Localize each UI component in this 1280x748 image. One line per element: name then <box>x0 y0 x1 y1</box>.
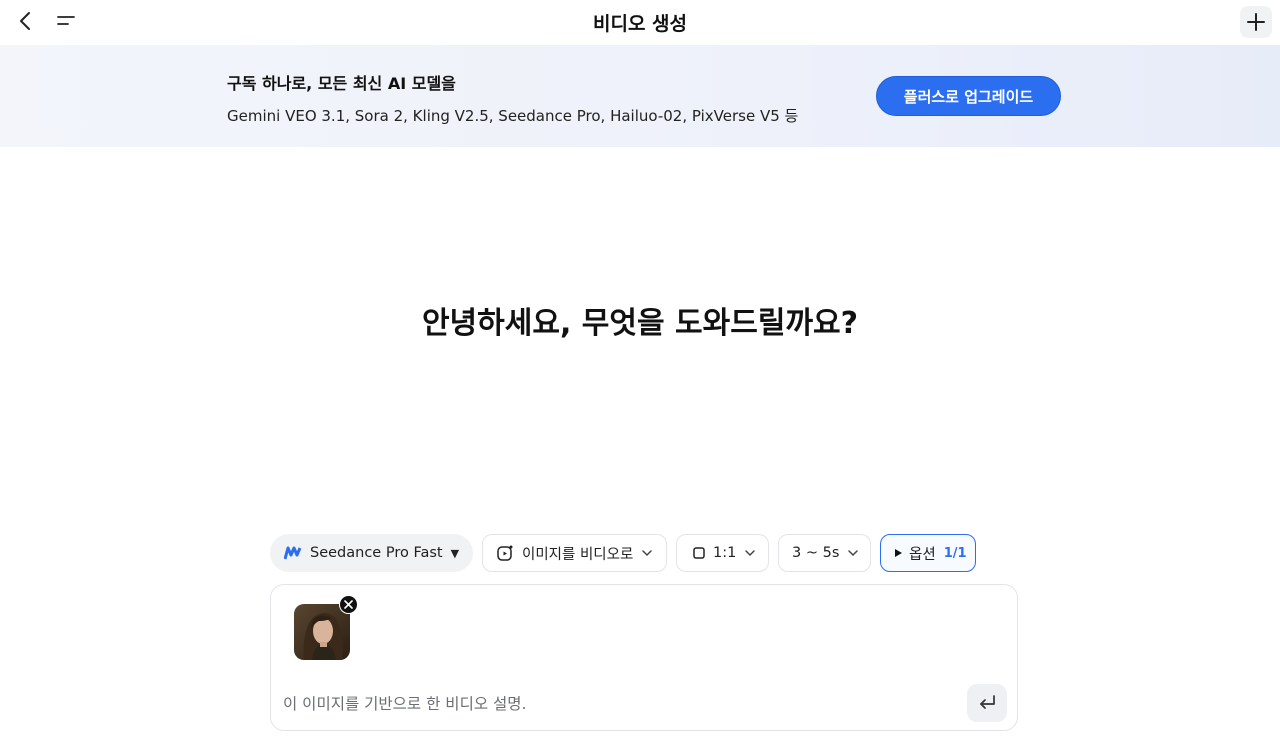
enter-icon <box>980 695 995 709</box>
model-label: Seedance Pro Fast <box>310 545 443 561</box>
plus-icon <box>1247 13 1265 31</box>
image-video-icon <box>497 545 513 561</box>
duration-selector[interactable]: 3 ~ 5s <box>778 534 871 572</box>
chevron-down-icon <box>744 547 756 559</box>
banner-model-list: Gemini VEO 3.1, Sora 2, Kling V2.5, Seed… <box>227 107 799 125</box>
remove-attachment-button[interactable] <box>339 595 358 614</box>
model-selector[interactable]: Seedance Pro Fast ▼ <box>270 534 473 572</box>
prompt-composer <box>270 584 1018 731</box>
mode-label: 이미지를 비디오로 <box>522 546 634 563</box>
seedance-logo-icon <box>284 546 302 560</box>
upgrade-button[interactable]: 플러스로 업그레이드 <box>876 76 1061 116</box>
square-icon <box>693 547 705 559</box>
portrait-image <box>294 604 350 660</box>
aspect-ratio-label: 1:1 <box>713 545 737 561</box>
chevron-down-icon <box>847 547 859 559</box>
page-title: 비디오 생성 <box>592 13 687 35</box>
options-label: 옵션 <box>909 546 936 563</box>
prompt-input[interactable] <box>283 691 963 717</box>
attached-image-thumbnail[interactable] <box>294 604 350 660</box>
mode-selector[interactable]: 이미지를 비디오로 <box>482 534 667 572</box>
play-icon <box>895 549 902 557</box>
options-count: 1/1 <box>943 545 967 561</box>
top-bar: 비디오 생성 <box>0 0 1280 44</box>
new-chat-button[interactable] <box>1240 6 1272 38</box>
close-icon <box>344 600 353 609</box>
upgrade-banner: 구독 하나로, 모든 최신 AI 모델을 Gemini VEO 3.1, Sor… <box>0 45 1280 147</box>
aspect-ratio-selector[interactable]: 1:1 <box>676 534 769 572</box>
caret-down-icon: ▼ <box>450 546 460 560</box>
banner-headline: 구독 하나로, 모든 최신 AI 모델을 <box>227 74 456 93</box>
greeting-heading: 안녕하세요, 무엇을 도와드릴까요? <box>421 306 859 341</box>
chevron-down-icon <box>641 547 653 559</box>
options-button[interactable]: 옵션 1/1 <box>880 534 976 572</box>
duration-label: 3 ~ 5s <box>792 545 840 561</box>
send-button[interactable] <box>967 684 1007 722</box>
